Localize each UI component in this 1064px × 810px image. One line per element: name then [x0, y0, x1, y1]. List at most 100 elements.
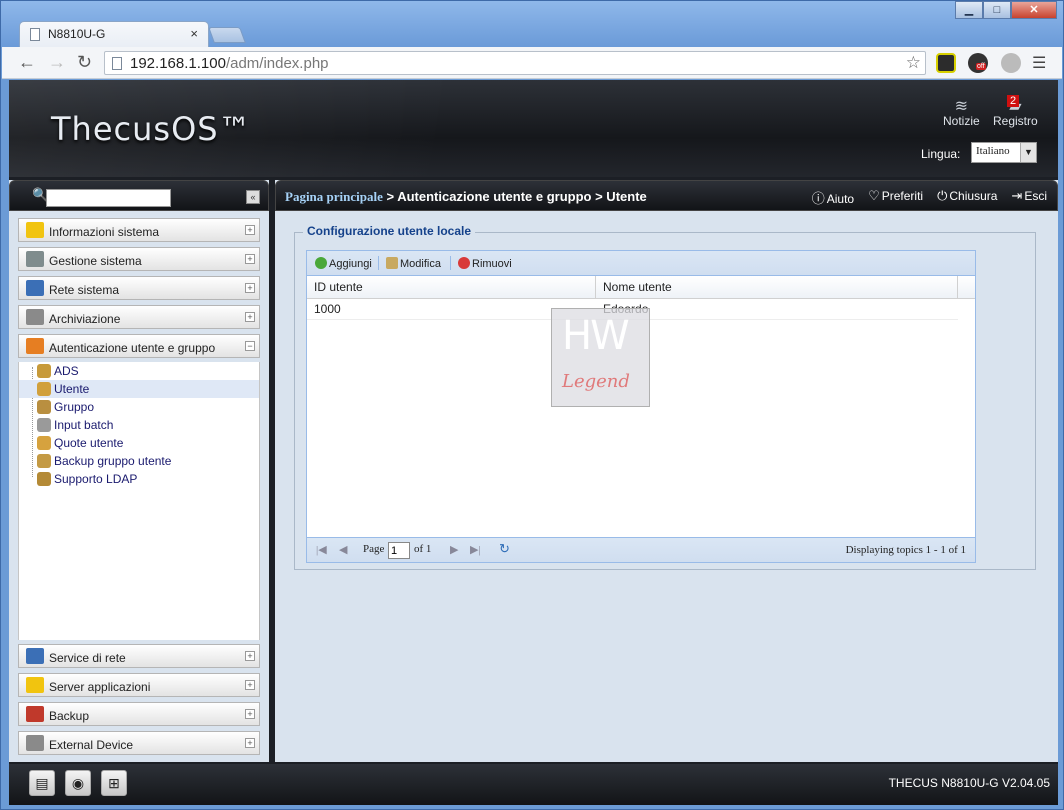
tree-item-input-batch[interactable]: Input batch	[19, 416, 259, 434]
refresh-icon[interactable]: ↻	[499, 541, 510, 557]
collapse-sidebar-icon[interactable]: «	[246, 190, 260, 204]
collapse-icon[interactable]: −	[245, 341, 255, 351]
heart-icon: ♡	[868, 188, 880, 203]
forward-icon[interactable]: →	[48, 52, 66, 73]
chiusura-button[interactable]: ⏻ Chiusura	[937, 188, 997, 207]
tree-item-label: ADS	[54, 364, 79, 378]
extension-off-icon[interactable]: off	[968, 53, 988, 73]
cell-name: Edoardo	[596, 299, 958, 320]
tab-close-button[interactable]: ×	[190, 26, 198, 41]
fieldset-legend: Configurazione utente locale	[303, 224, 476, 238]
user-icon	[37, 472, 51, 486]
search-input[interactable]	[46, 189, 171, 207]
sidebar-group-device[interactable]: External Device +	[18, 731, 260, 755]
remove-button[interactable]: Rimuovi	[458, 257, 512, 270]
tree-item-supporto-ldap[interactable]: Supporto LDAP	[19, 470, 259, 488]
breadcrumb-home[interactable]: Pagina principale	[285, 189, 383, 204]
sidebar-group-users[interactable]: Autenticazione utente e gruppo −	[18, 334, 260, 358]
tree-item-label: Quote utente	[54, 436, 124, 450]
page-of: of 1	[414, 543, 432, 555]
reload-icon[interactable]: ↻	[77, 52, 92, 73]
sidebar-group-folder[interactable]: Server applicazioni +	[18, 673, 260, 697]
prev-page-icon[interactable]: ◀	[339, 543, 347, 556]
sidebar-group-service[interactable]: Service di rete +	[18, 644, 260, 668]
tree-item-ads[interactable]: ADS	[19, 362, 259, 380]
next-page-icon[interactable]: ▶	[450, 543, 458, 556]
registro-button[interactable]: ▰ 2 Registro	[993, 95, 1038, 128]
column-nome-utente[interactable]: Nome utente	[596, 276, 958, 298]
expand-icon[interactable]: +	[245, 709, 255, 719]
notizie-button[interactable]: ≋ Notizie	[943, 96, 980, 128]
preferiti-button[interactable]: ♡ Preferiti	[868, 188, 923, 207]
disk-icon[interactable]: ◉	[65, 770, 91, 796]
language-select[interactable]: Italiano ▼	[971, 142, 1037, 163]
browser-menu-icon[interactable]: ☰	[1032, 53, 1046, 73]
user-icon	[37, 382, 51, 396]
hw-legend-watermark: HW Legend	[551, 308, 650, 407]
tree-item-quote-utente[interactable]: Quote utente	[19, 434, 259, 452]
local-user-fieldset: Configurazione utente locale Aggiungi Mo…	[294, 224, 1036, 570]
column-id-utente[interactable]: ID utente	[307, 276, 596, 298]
page-input[interactable]	[388, 542, 410, 559]
header-tools: ⓘ Aiuto ♡ Preferiti ⏻ Chiusura ⇥ Esci	[812, 188, 1047, 207]
server-icon[interactable]: ▤	[29, 770, 55, 796]
aiuto-button[interactable]: ⓘ Aiuto	[812, 188, 854, 207]
expand-icon[interactable]: +	[245, 738, 255, 748]
users-icon	[26, 338, 44, 354]
extension-shield-icon[interactable]	[1001, 53, 1021, 73]
sidebar-group-label: Informazioni sistema	[49, 225, 160, 239]
first-page-icon[interactable]: |◀	[316, 543, 327, 556]
add-button[interactable]: Aggiungi	[315, 257, 372, 270]
last-page-icon[interactable]: ▶|	[470, 543, 481, 556]
expand-icon[interactable]: +	[245, 312, 255, 322]
address-bar[interactable]: 192.168.1.100/adm/index.php ☆	[104, 51, 926, 75]
expand-icon[interactable]: +	[245, 651, 255, 661]
sidebar-group-storage[interactable]: Archiviazione +	[18, 305, 260, 329]
user-icon	[37, 364, 51, 378]
browser-tab[interactable]: N8810U-G ×	[19, 21, 209, 47]
device-icon	[26, 735, 44, 751]
expand-icon[interactable]: +	[245, 254, 255, 264]
sidebar-group-tools[interactable]: Gestione sistema +	[18, 247, 260, 271]
thecus-logo: ThecusOS™	[51, 110, 252, 148]
tab-title: N8810U-G	[48, 27, 106, 41]
network-topology-icon[interactable]: ⊞	[101, 770, 127, 796]
user-icon	[37, 400, 51, 414]
pager-display: Displaying topics 1 - 1 of 1	[845, 544, 966, 556]
rss-icon: ≋	[954, 98, 969, 115]
bookmark-star-icon[interactable]: ☆	[906, 53, 921, 73]
expand-icon[interactable]: +	[245, 225, 255, 235]
window-close-button[interactable]: ✕	[1011, 1, 1057, 19]
remove-icon	[458, 257, 470, 269]
tree-item-backup-gruppo-utente[interactable]: Backup gruppo utente	[19, 452, 259, 470]
extension-check-icon[interactable]	[936, 53, 956, 73]
page-icon	[112, 57, 122, 70]
expand-icon[interactable]: +	[245, 283, 255, 293]
esci-button[interactable]: ⇥ Esci	[1011, 188, 1047, 207]
lingua-label: Lingua:	[921, 147, 961, 161]
help-icon: ⓘ	[811, 191, 825, 206]
language-value: Italiano	[976, 145, 1010, 157]
edit-button[interactable]: Modifica	[386, 257, 441, 270]
tree-item-gruppo[interactable]: Gruppo	[19, 398, 259, 416]
sidebar-group-info[interactable]: Informazioni sistema +	[18, 218, 260, 242]
new-tab-button[interactable]	[208, 27, 246, 43]
minimize-button[interactable]: ▁	[955, 1, 983, 19]
sidebar-group-network[interactable]: Rete sistema +	[18, 276, 260, 300]
edit-icon	[386, 257, 398, 269]
sidebar-group-label: Backup	[49, 709, 90, 723]
user-icon	[37, 418, 51, 432]
chevron-down-icon: ▼	[1020, 143, 1036, 162]
tree-item-label: Gruppo	[54, 400, 95, 414]
browser-toolbar: ← → ↻ 192.168.1.100/adm/index.php ☆ off …	[2, 47, 1062, 79]
maximize-button[interactable]: □	[983, 1, 1011, 19]
sidebar-group-backup[interactable]: Backup +	[18, 702, 260, 726]
window-controls: ▁ □ ✕	[955, 1, 1057, 21]
tree-item-utente[interactable]: Utente	[19, 380, 259, 398]
info-icon	[26, 222, 44, 238]
expand-icon[interactable]: +	[245, 680, 255, 690]
network-icon	[26, 280, 44, 296]
back-icon[interactable]: ←	[18, 52, 36, 73]
breadcrumb: Pagina principale > Autenticazione utent…	[285, 189, 647, 205]
sidebar-group-label: Autenticazione utente e gruppo	[49, 341, 216, 355]
